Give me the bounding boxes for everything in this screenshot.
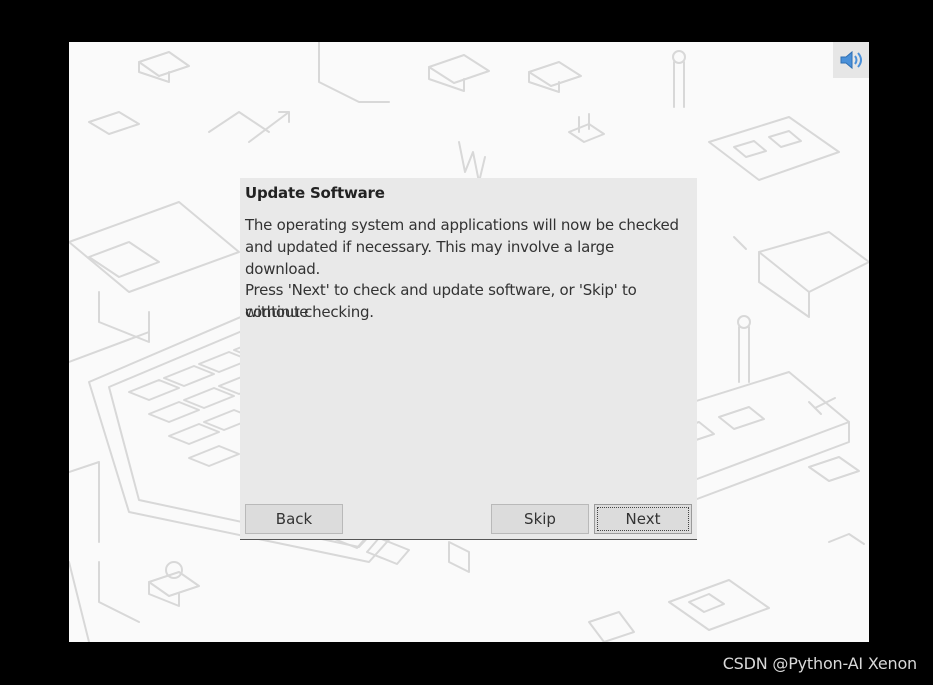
instruction-line-2: without checking. xyxy=(245,303,374,321)
skip-button[interactable]: Skip xyxy=(491,504,589,534)
update-software-dialog: Update Software The operating system and… xyxy=(240,178,697,540)
volume-icon xyxy=(840,50,862,70)
watermark-text: CSDN @Python-AI Xenon xyxy=(722,654,917,673)
volume-tray-button[interactable] xyxy=(833,42,869,78)
next-button[interactable]: Next xyxy=(594,504,692,534)
back-button[interactable]: Back xyxy=(245,504,343,534)
desktop-screen: Update Software The operating system and… xyxy=(69,42,869,642)
description-line-1: The operating system and applications wi… xyxy=(245,216,679,234)
description-line-2: and updated if necessary. This may invol… xyxy=(245,238,614,278)
dialog-title: Update Software xyxy=(245,184,385,202)
focus-ring xyxy=(597,507,689,531)
